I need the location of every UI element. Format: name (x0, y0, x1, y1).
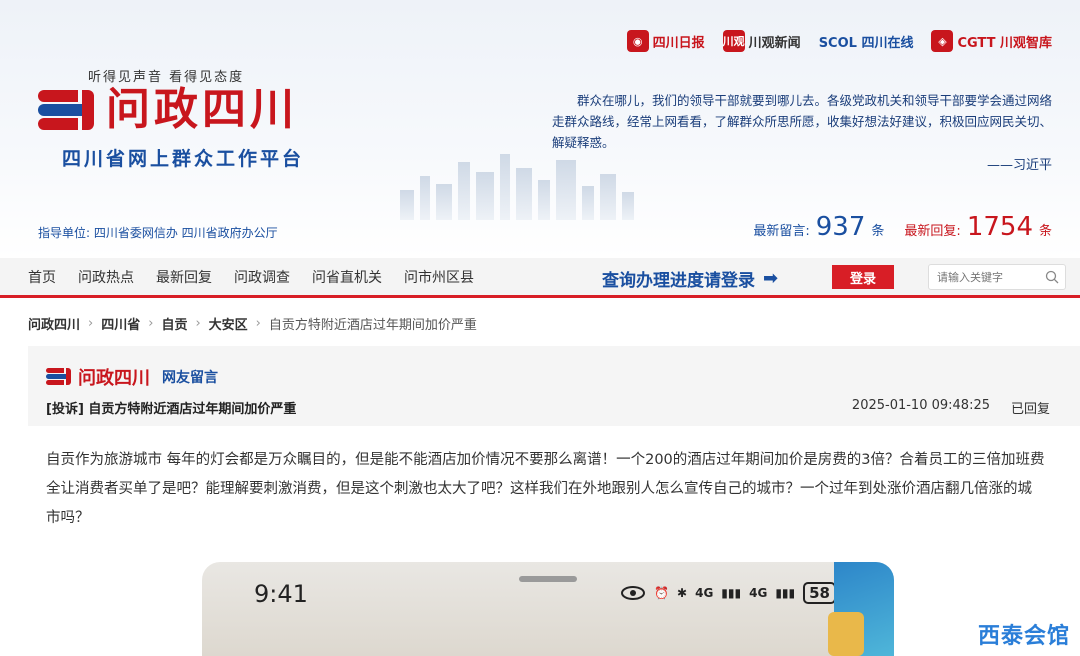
breadcrumb-item[interactable]: 问政四川 (28, 314, 80, 333)
search-box (928, 264, 1066, 290)
progress-query-cta[interactable]: 查询办理进度请登录 ➡ (602, 266, 778, 291)
decor-shape (828, 612, 864, 656)
partner-chuanguan[interactable]: 川观 川观新闻 (722, 30, 801, 52)
nav-item-city[interactable]: 问市州区县 (404, 267, 474, 287)
nav-items: 首页 问政热点 最新回复 问政调查 问省直机关 问市州区县 (28, 258, 474, 295)
signal-bars-icon: ▮▮▮ (721, 586, 742, 600)
nav-item-survey[interactable]: 问政调查 (234, 267, 290, 287)
post-body: 自贡作为旅游城市 每年的灯会都是万众瞩目的，但是能不能酒店加价情况不要那么离谱！… (46, 452, 1045, 526)
watermark: 西泰会馆 (977, 624, 1070, 649)
arrow-right-icon: ➡ (763, 268, 779, 289)
signal-bars-icon: ▮▮▮ (775, 586, 796, 600)
chevron-right-icon: › (255, 316, 261, 331)
site-subtitle: 四川省网上群众工作平台 (62, 148, 305, 170)
wenzheng-logo-icon (38, 90, 96, 130)
latest-message-unit: 条 (871, 224, 885, 239)
phone-notch (519, 576, 577, 582)
partner-scol[interactable]: SCOL 四川在线 (819, 32, 914, 51)
card-logo-text: 问政四川 (78, 368, 150, 389)
site-header: ◉ 四川日报 川观 川观新闻 SCOL 四川在线 ◈ CGTT 川观智库 听得见… (0, 0, 1080, 258)
main-nav: 首页 问政热点 最新回复 问政调查 问省直机关 问市州区县 查询办理进度请登录 … (0, 258, 1080, 298)
partner-name: 川观新闻 (748, 35, 801, 51)
cta-text: 查询办理进度请登录 (602, 271, 755, 291)
breadcrumb-item[interactable]: 大安区 (209, 314, 248, 333)
latest-reply-label: 最新回复: (904, 224, 961, 239)
breadcrumb-item[interactable]: 四川省 (101, 314, 140, 333)
site-logo[interactable]: 问政四川 (38, 88, 298, 132)
nav-item-hot[interactable]: 问政热点 (78, 267, 134, 287)
battery-icon: 58 (803, 582, 836, 604)
wenzheng-logo-icon (46, 368, 72, 386)
card-logo: 问政四川 网友留言 (46, 364, 218, 390)
breadcrumb: 问政四川 › 四川省 › 自贡 › 大安区 › 自贡方特附近酒店过年期间加价严重 (28, 314, 477, 333)
breadcrumb-current: 自贡方特附近酒店过年期间加价严重 (268, 318, 477, 333)
partner-name: SCOL 四川在线 (818, 35, 914, 51)
post-type-label: 网友留言 (162, 370, 218, 386)
phone-time: 9:41 (254, 580, 308, 608)
nav-item-home[interactable]: 首页 (28, 267, 56, 287)
signal-label: 4G (695, 586, 714, 600)
attached-screenshot[interactable]: 9:41 ⏰ ✱ 4G ▮▮▮ 4G ▮▮▮ 58 (202, 562, 894, 656)
site-slogan: 听得见声音 看得见态度 (88, 70, 245, 85)
latest-message-count: 937 (815, 212, 866, 242)
alarm-icon: ⏰ (654, 586, 670, 600)
nav-item-latest-reply[interactable]: 最新回复 (156, 267, 212, 287)
chuanguan-logo-icon: 川观 (722, 30, 745, 52)
bluetooth-icon: ✱ (677, 586, 688, 600)
signal-label: 4G (749, 586, 768, 600)
post-date: 2025-01-10 09:48:25 (851, 398, 990, 413)
search-icon[interactable] (1045, 270, 1059, 284)
eye-icon (621, 586, 646, 600)
phone-status-bar: ⏰ ✱ 4G ▮▮▮ 4G ▮▮▮ 58 (620, 582, 836, 604)
breadcrumb-item[interactable]: 自贡 (161, 314, 187, 333)
partner-name: CGTT 川观智库 (957, 35, 1052, 51)
latest-reply-unit: 条 (1038, 224, 1052, 239)
cgtt-logo-icon: ◈ (931, 30, 954, 52)
partner-sichuan-daily[interactable]: ◉ 四川日报 (626, 30, 705, 52)
partner-name: 四川日报 (652, 35, 705, 51)
quote-author: ——习近平 (986, 158, 1052, 173)
post-header-card: 问政四川 网友留言 [投诉] 自贡方特附近酒店过年期间加价严重 2025-01-… (28, 346, 1080, 426)
guidance-units: 指导单位: 四川省委网信办 四川省政府办公厅 (38, 226, 278, 240)
partner-cgtt[interactable]: ◈ CGTT 川观智库 (931, 30, 1052, 52)
city-skyline-graphic (390, 150, 660, 220)
stats-bar: 最新留言: 937 条 最新回复: 1754 条 (753, 212, 1052, 242)
latest-message-label: 最新留言: (753, 224, 810, 239)
leader-quote: 群众在哪儿，我们的领导干部就要到哪儿去。各级党政机关和领导干部要学会通过网络走群… (552, 93, 1053, 150)
chevron-right-icon: › (195, 316, 201, 331)
latest-reply-count: 1754 (966, 212, 1033, 242)
partner-logos: ◉ 四川日报 川观 川观新闻 SCOL 四川在线 ◈ CGTT 川观智库 (626, 30, 1052, 52)
site-title: 问政四川 (106, 84, 298, 135)
search-input[interactable] (929, 265, 1039, 289)
post-status: 已回复 (1010, 402, 1050, 417)
nav-item-provincial[interactable]: 问省直机关 (312, 267, 382, 287)
sichuan-daily-logo-icon: ◉ (626, 30, 649, 52)
chevron-right-icon: › (88, 316, 94, 331)
login-button[interactable]: 登录 (832, 265, 894, 289)
post-title: [投诉] 自贡方特附近酒店过年期间加价严重 (46, 402, 297, 417)
chevron-right-icon: › (148, 316, 154, 331)
